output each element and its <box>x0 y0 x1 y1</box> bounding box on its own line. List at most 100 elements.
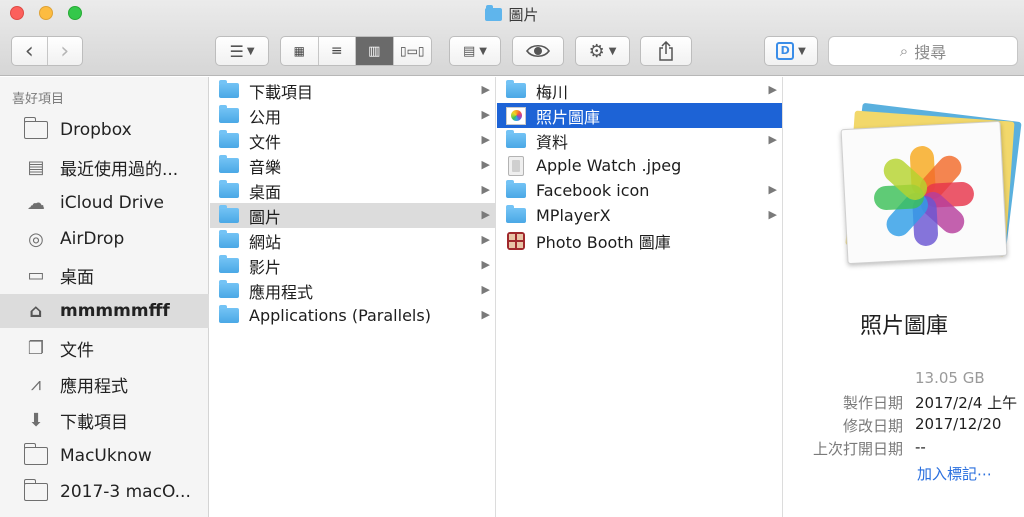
meta-modified: 修改日期 2017/12/20 <box>784 415 1024 437</box>
sidebar-item-documents[interactable]: ❐ 文件 <box>0 331 209 365</box>
column-row-applications[interactable]: 應用程式 ▶ <box>210 278 495 303</box>
column-row-photos-library[interactable]: 照片圖庫 <box>497 103 782 128</box>
music-folder-icon <box>219 155 239 173</box>
add-tags-link[interactable]: 加入標記⋯ <box>917 463 992 484</box>
sidebar-item-airdrop[interactable]: ◎ AirDrop <box>0 222 209 256</box>
chevron-right-icon: ▶ <box>481 158 490 171</box>
desktop-icon: ▭ <box>27 264 45 286</box>
sidebar-item-desktop[interactable]: ▭ 桌面 <box>0 258 209 292</box>
column-row-movies[interactable]: 影片 ▶ <box>210 253 495 278</box>
browser-column-home: 下載項目 ▶ 公用 ▶ 文件 ▶ 音樂 ▶ 桌面 ▶ 圖片 ▶ 網站 ▶ 影片 … <box>210 77 496 517</box>
chevron-right-icon: ▶ <box>481 208 490 221</box>
column-row-label: Applications (Parallels) <box>249 306 431 325</box>
column-row-mplayerx[interactable]: MPlayerX ▶ <box>497 203 782 228</box>
column-row-sites[interactable]: 網站 ▶ <box>210 228 495 253</box>
sidebar-item-label: 應用程式 <box>60 376 128 397</box>
forward-button[interactable]: › <box>48 37 83 65</box>
column-row-label: MPlayerX <box>536 206 611 225</box>
document-icon: ❐ <box>27 337 45 359</box>
downloads-folder-icon <box>219 80 239 98</box>
column-row-label: 圖片 <box>249 207 282 227</box>
sidebar-item-label: 文件 <box>60 340 94 361</box>
list-view-button[interactable]: ≡ <box>319 37 356 65</box>
meta-value: 2017/2/4 上午 <box>915 394 1018 412</box>
column-row-data[interactable]: 資料 ▶ <box>497 128 782 153</box>
sidebar-item-downloads[interactable]: ⬇ 下載項目 <box>0 403 209 437</box>
applications-icon: ⩘ <box>30 373 42 395</box>
column-row-label: 應用程式 <box>249 282 314 302</box>
column-row-apple-watch-jpeg[interactable]: Apple Watch .jpeg <box>497 153 782 178</box>
folder-icon <box>506 205 526 223</box>
chevron-down-icon: ▼ <box>246 45 255 57</box>
column-row-photo-booth-library[interactable]: Photo Booth 圖庫 <box>497 228 782 253</box>
sidebar-item-label: AirDrop <box>60 229 125 249</box>
column-view-button[interactable]: ▥ <box>356 37 394 65</box>
share-icon <box>659 41 673 61</box>
chevron-right-icon: ▶ <box>481 108 490 121</box>
sidebar-item-2017-macos[interactable]: 2017-3 macO... <box>0 475 209 509</box>
column-row-label: 文件 <box>249 132 282 152</box>
dropbox-menu-button[interactable]: D ▼ <box>764 36 818 66</box>
cover-flow-button[interactable]: ▯▭▯ <box>394 37 431 65</box>
meta-label: 修改日期 <box>842 417 903 435</box>
chevron-down-icon: ▼ <box>608 45 617 57</box>
folder-icon <box>23 443 49 468</box>
folder-icon <box>506 130 526 148</box>
column-row-label: Facebook icon <box>536 181 650 200</box>
photo-booth-icon <box>507 231 525 250</box>
search-field[interactable]: ⌕ 搜尋 <box>828 36 1018 66</box>
sidebar-item-icloud-drive[interactable]: ☁ iCloud Drive <box>0 186 209 220</box>
sidebar-item-macuknow[interactable]: MacUknow <box>0 439 209 473</box>
sidebar-item-home[interactable]: ⌂ mmmmmfff <box>0 294 209 328</box>
action-button[interactable]: ⚙ ▼ <box>575 36 630 66</box>
sidebar-item-dropbox[interactable]: Dropbox <box>0 113 209 147</box>
window-toolbar: 圖片 ‹ › ☰ ▼ ▦ ≡ ▥ ▯▭▯ ▤ ▼ ⚙ ▼ D ▼ ⌕ 搜尋 <box>0 0 1024 76</box>
chevron-right-icon: ▶ <box>481 183 490 196</box>
column-row-meichuan[interactable]: 梅川 ▶ <box>497 78 782 103</box>
pictures-folder-icon <box>219 205 239 223</box>
desktop-folder-icon <box>219 180 239 198</box>
folder-icon <box>506 80 526 98</box>
chevron-right-icon: ▶ <box>768 183 777 196</box>
column-row-label: 下載項目 <box>249 82 314 102</box>
sidebar-item-applications[interactable]: ⩘ 應用程式 <box>0 367 209 401</box>
folder-icon <box>23 117 49 142</box>
quick-look-button[interactable] <box>512 36 564 66</box>
column-row-music[interactable]: 音樂 ▶ <box>210 153 495 178</box>
sidebar: 喜好項目 Dropbox ▤ 最近使用過的... ☁ iCloud Drive … <box>0 77 209 517</box>
share-button[interactable] <box>640 36 692 66</box>
list-lines-icon: ☰ <box>229 41 243 61</box>
column-row-public[interactable]: 公用 ▶ <box>210 103 495 128</box>
meta-value: 2017/12/20 <box>915 415 1002 433</box>
meta-label: 上次打開日期 <box>812 440 903 458</box>
sidebar-header-favorites: 喜好項目 <box>12 92 65 107</box>
column-row-desktop[interactable]: 桌面 ▶ <box>210 178 495 203</box>
eye-icon <box>526 44 550 58</box>
sites-folder-icon <box>219 230 239 248</box>
sidebar-item-recents[interactable]: ▤ 最近使用過的... <box>0 150 209 184</box>
grid-icon: ▦ <box>293 44 305 58</box>
back-button[interactable]: ‹ <box>12 37 48 65</box>
browser-column-pictures: 梅川 ▶ 照片圖庫 資料 ▶ Apple Watch .jpeg Faceboo… <box>497 77 783 517</box>
meta-last-opened: 上次打開日期 -- <box>784 438 1024 460</box>
airdrop-icon: ◎ <box>28 228 44 250</box>
back-forward-group: ‹ › <box>11 36 83 66</box>
column-row-facebook-icon[interactable]: Facebook icon ▶ <box>497 178 782 203</box>
sidebar-item-label: 最近使用過的... <box>60 159 179 180</box>
recents-icon: ▤ <box>27 156 45 178</box>
group-button[interactable]: ▤ ▼ <box>449 36 501 66</box>
arrange-button[interactable]: ☰ ▼ <box>215 36 269 66</box>
pictures-folder-icon <box>485 5 503 21</box>
column-row-downloads[interactable]: 下載項目 ▶ <box>210 78 495 103</box>
chevron-right-icon: ▶ <box>768 133 777 146</box>
column-row-pictures[interactable]: 圖片 ▶ <box>210 203 495 228</box>
chevron-down-icon: ▼ <box>479 45 487 57</box>
view-mode-segmented: ▦ ≡ ▥ ▯▭▯ <box>280 36 432 66</box>
folder-icon <box>219 305 239 323</box>
column-row-documents[interactable]: 文件 ▶ <box>210 128 495 153</box>
column-row-applications-parallels[interactable]: Applications (Parallels) ▶ <box>210 303 495 328</box>
chevron-right-icon: ▶ <box>481 258 490 271</box>
icon-view-button[interactable]: ▦ <box>281 37 319 65</box>
download-icon: ⬇ <box>28 409 44 431</box>
folder-icon <box>506 180 526 198</box>
